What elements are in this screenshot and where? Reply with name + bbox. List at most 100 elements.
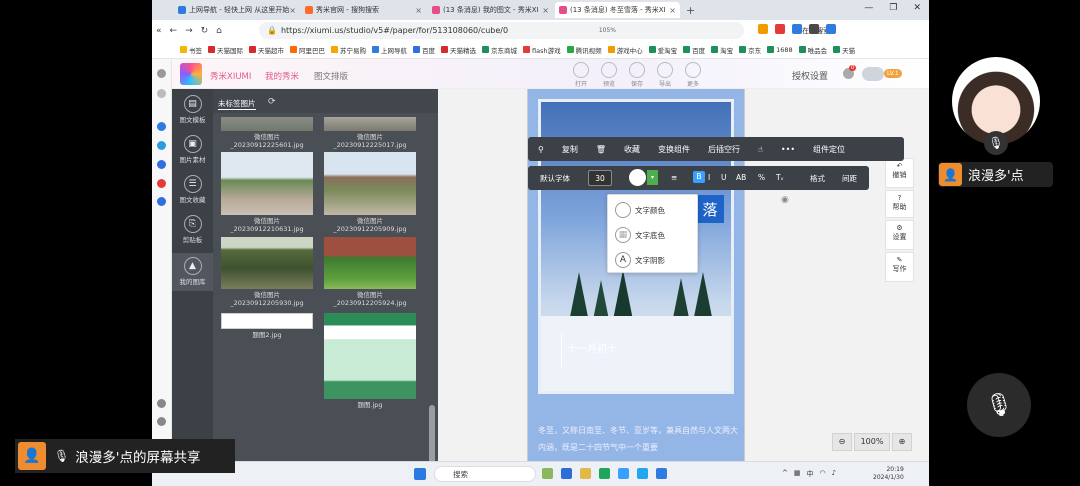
export-button[interactable]: 导出 (652, 62, 678, 88)
bookmark-item[interactable]: 天猫 (833, 45, 855, 55)
text-style-icon[interactable]: Tᵥ (776, 173, 784, 182)
browser-icon[interactable] (618, 468, 629, 479)
color-dropdown[interactable]: ▾ (647, 170, 658, 185)
close-icon[interactable]: × (415, 6, 422, 15)
underline-button[interactable]: U (721, 173, 727, 182)
url-bar[interactable]: 🔒 https://xiumi.us/studio/v5#/paper/for/… (259, 22, 744, 39)
tab-1[interactable]: 上网导航 - 轻快上网 从这里开始 × (174, 2, 299, 18)
clock[interactable]: 20:19 2024/1/30 (873, 466, 904, 482)
spacing-button[interactable]: 间距 (842, 173, 857, 184)
zoom-out-button[interactable]: ⊖ (832, 433, 852, 451)
locate-button[interactable]: 组件定位 (813, 144, 845, 155)
sidebar-app-icon[interactable] (157, 122, 166, 131)
bookmark-item[interactable]: 淘宝 (711, 45, 733, 55)
bookmark-item[interactable]: 百度 (413, 45, 435, 55)
tab-4[interactable]: (13 条消息) 冬至雪落 - 秀米XI × (555, 2, 680, 18)
windows-start-icon[interactable] (414, 468, 426, 480)
text-bg-option[interactable]: ▦ 文字底色 (615, 227, 665, 243)
extension-icon[interactable] (792, 24, 802, 34)
nav-template[interactable]: ▤ 图文模板 (172, 95, 213, 124)
transform-button[interactable]: 变换组件 (658, 144, 690, 155)
percent-button[interactable]: % (758, 173, 765, 182)
extension-icon[interactable] (826, 24, 836, 34)
volume-icon[interactable]: ♪ (832, 469, 836, 479)
close-icon[interactable]: × (542, 6, 549, 15)
color-picker[interactable] (629, 169, 646, 186)
star-icon[interactable] (157, 69, 166, 78)
bookmark-item[interactable]: 天猫精选 (441, 45, 476, 55)
bookmark-item[interactable]: 爱淘宝 (648, 45, 677, 55)
app-icon[interactable] (542, 468, 553, 479)
sidebar-app-icon[interactable] (157, 141, 166, 150)
extension-icon[interactable] (758, 24, 768, 34)
trash-icon[interactable]: 🗑 (596, 145, 606, 154)
xiumi-logo-icon[interactable] (180, 63, 202, 85)
gallery-item[interactable]: 题图2.jpg (221, 313, 313, 339)
brand-name[interactable]: 秀米XIUMI (210, 70, 251, 82)
eye-icon[interactable]: ◉ (781, 195, 789, 205)
taskbar-search[interactable]: 搜索 (434, 466, 536, 482)
bold-button[interactable]: B (693, 171, 705, 183)
bookmark-item[interactable]: 苏宁易购 (331, 45, 366, 55)
gallery-item[interactable]: 微信图片_20230912205909.jpg (324, 152, 416, 233)
undo-button[interactable]: ↶ 撤销 (885, 158, 914, 188)
zoom-in-button[interactable]: ⊕ (892, 433, 912, 451)
bookmark-item[interactable]: 上网导航 (372, 45, 407, 55)
pin-icon[interactable]: ⚲ (538, 145, 544, 154)
folder-icon[interactable] (580, 468, 591, 479)
more-button[interactable]: 更多 (680, 62, 706, 88)
sidebar-app-icon[interactable] (157, 179, 166, 188)
gallery-item[interactable]: 题图.jpg (324, 313, 416, 409)
format-button[interactable]: 格式 (810, 173, 825, 184)
microphone-icon[interactable]: 🎙 (984, 131, 1008, 155)
gallery-item[interactable]: 微信图片_20230912205930.jpg (221, 237, 313, 307)
copy-button[interactable]: 复制 (562, 144, 578, 155)
hand-icon[interactable]: ☝ (758, 145, 763, 154)
open-button[interactable]: 打开 (568, 62, 594, 88)
sidebar-app-icon[interactable] (157, 197, 166, 206)
sidebar-toggle-icon[interactable]: « (156, 26, 162, 36)
app-icon[interactable] (637, 468, 648, 479)
extension-icon[interactable] (775, 24, 785, 34)
more-icon[interactable]: ••• (781, 145, 795, 154)
help-button[interactable]: ? 帮助 (885, 190, 914, 218)
article-body[interactable]: 冬至，又称日南至、冬节、亚岁等，兼具自然与人文两大内涵，既是二十四节气中一个重要 (538, 422, 738, 456)
text-shadow-option[interactable]: A 文字阴影 (615, 252, 665, 268)
text-color-option[interactable]: ● 文字颜色 (615, 202, 665, 218)
close-icon[interactable]: × (669, 6, 676, 15)
browser-icon[interactable] (656, 468, 667, 479)
align-icon[interactable]: ≡ (671, 173, 677, 182)
bookmark-item[interactable]: 游戏中心 (607, 45, 643, 55)
bookmark-item[interactable]: 唯品会 (798, 45, 827, 55)
gallery-item[interactable]: 微信图片_20230912210631.jpg (221, 152, 313, 233)
gallery-item[interactable]: 微信图片_20230912225601.jpg (221, 117, 313, 149)
forward-icon[interactable]: → (185, 26, 193, 36)
nav-my-gallery[interactable]: ▲ 我的图库 (172, 253, 213, 291)
mute-button[interactable]: 🎙 (967, 373, 1031, 437)
save-button[interactable]: 保存 (624, 62, 650, 88)
restore-icon[interactable]: ❐ (889, 3, 897, 13)
sidebar-tool-icon[interactable] (157, 399, 166, 408)
reload-icon[interactable]: ↻ (201, 26, 209, 36)
bookmark-item[interactable]: 阿里巴巴 (290, 45, 325, 55)
close-icon[interactable]: × (289, 6, 296, 15)
bookmark-item[interactable]: 1688 (767, 46, 793, 54)
bookmark-item[interactable]: 天猫超市 (249, 45, 284, 55)
app-icon[interactable] (561, 468, 572, 479)
home-icon[interactable]: ⌂ (216, 26, 222, 36)
preview-button[interactable]: 预览 (596, 62, 622, 88)
tab-3[interactable]: (13 条消息) 我的图文 - 秀米XI × (428, 2, 553, 18)
nav-my-xiumi[interactable]: 我的秀米 (265, 70, 299, 82)
font-select[interactable]: 默认字体 (540, 173, 570, 184)
network-icon[interactable]: ▦ (794, 469, 801, 479)
bookmark-item[interactable]: 京东 (739, 45, 761, 55)
tab-2[interactable]: 秀米官网 - 搜狗搜索 × (301, 2, 426, 18)
history-icon[interactable] (157, 89, 166, 98)
sidebar-app-icon[interactable] (157, 160, 166, 169)
minimize-icon[interactable]: — (864, 3, 873, 13)
ime-indicator[interactable]: 中 (807, 469, 814, 479)
new-tab-icon[interactable]: + (686, 4, 695, 17)
bell-icon[interactable]: 0 (843, 65, 857, 79)
nav-favorites[interactable]: ☰ 图文收藏 (172, 175, 213, 204)
nav-clipboard[interactable]: ⎘ 剪贴板 (172, 215, 213, 244)
